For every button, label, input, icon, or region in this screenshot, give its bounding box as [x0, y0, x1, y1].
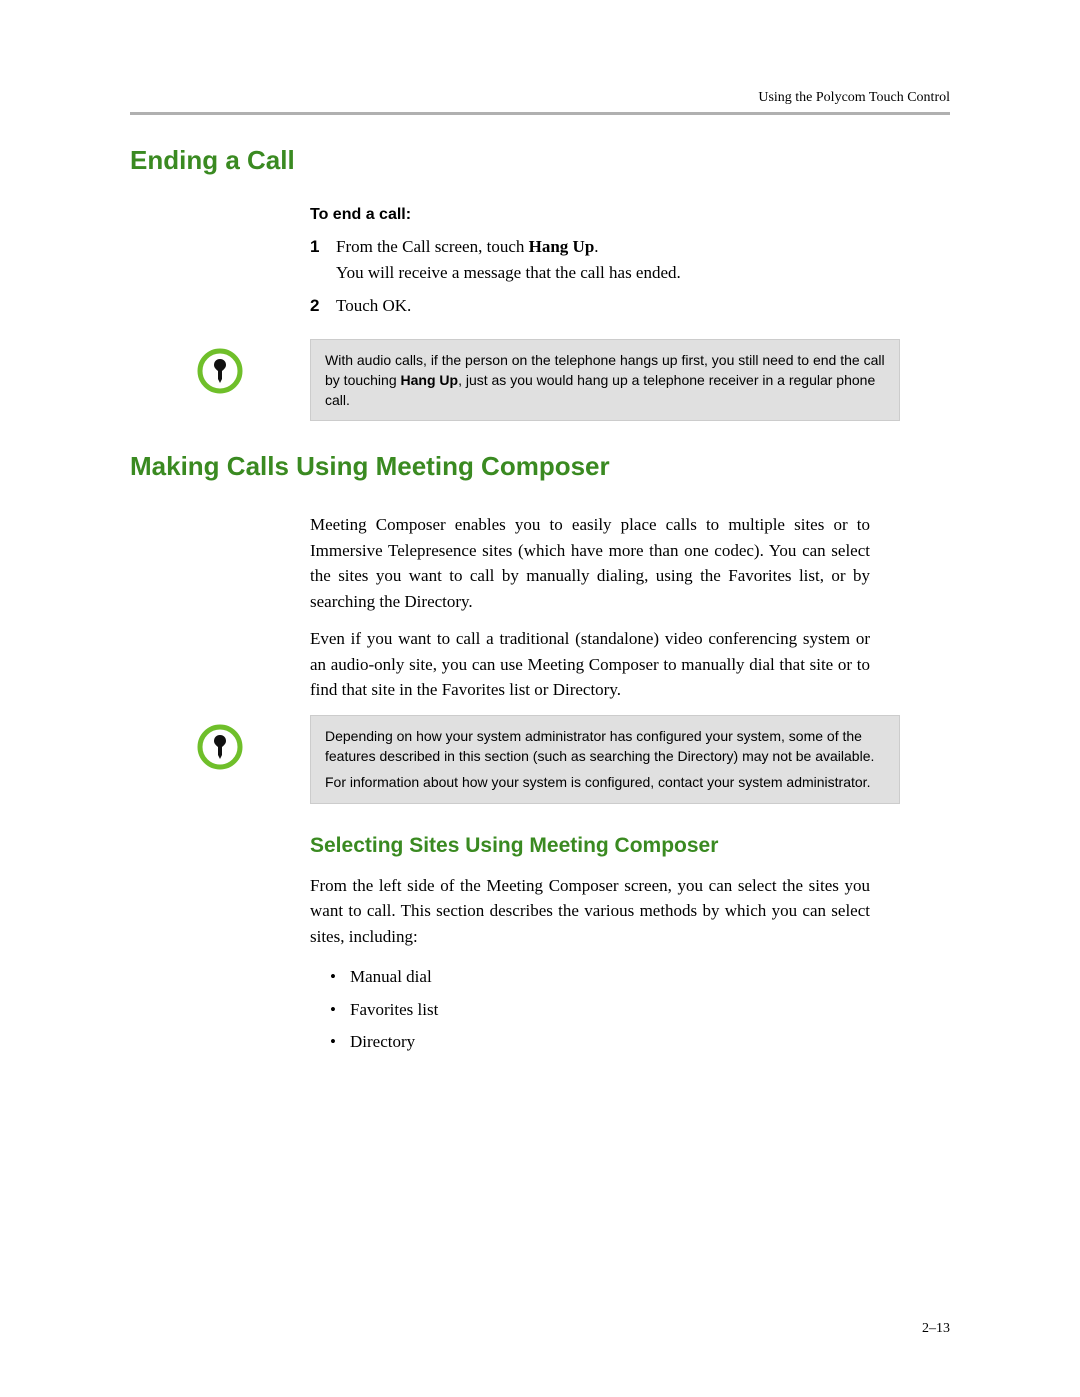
note-icon-column	[130, 339, 310, 395]
list-item: 2 Touch OK.	[310, 293, 870, 319]
note-block: With audio calls, if the person on the t…	[130, 339, 950, 422]
heading-selecting-sites: Selecting Sites Using Meeting Composer	[310, 834, 870, 858]
pin-icon	[196, 347, 244, 395]
heading-meeting-composer: Making Calls Using Meeting Composer	[130, 451, 950, 482]
methods-list: Manual dial Favorites list Directory	[330, 961, 870, 1058]
bold-text: Hang Up	[401, 372, 459, 388]
text: .	[594, 237, 598, 256]
paragraph: Meeting Composer enables you to easily p…	[310, 512, 870, 614]
paragraph: From the left side of the Meeting Compos…	[310, 873, 870, 950]
note-block: Depending on how your system administrat…	[130, 715, 950, 804]
step-text: Touch OK.	[336, 293, 870, 319]
end-call-steps: 1 From the Call screen, touch Hang Up. Y…	[310, 234, 870, 319]
section1-body: To end a call: 1 From the Call screen, t…	[310, 206, 870, 319]
section2-body: Meeting Composer enables you to easily p…	[310, 512, 870, 703]
document-page: Using the Polycom Touch Control Ending a…	[0, 0, 1080, 1397]
page-number: 2–13	[922, 1321, 950, 1337]
pin-icon	[196, 723, 244, 771]
step-text: From the Call screen, touch Hang Up. You…	[336, 234, 870, 285]
bold-text: Hang Up	[529, 237, 595, 256]
note-text: Depending on how your system administrat…	[325, 726, 885, 767]
list-item: Manual dial	[330, 961, 870, 993]
note-icon-column	[130, 715, 310, 771]
paragraph: Even if you want to call a traditional (…	[310, 626, 870, 703]
running-header: Using the Polycom Touch Control	[130, 90, 950, 106]
step-number: 1	[310, 234, 336, 285]
list-item: Directory	[330, 1026, 870, 1058]
note-text: For information about how your system is…	[325, 772, 885, 792]
step-number: 2	[310, 293, 336, 319]
section3-body: Selecting Sites Using Meeting Composer F…	[310, 834, 870, 1058]
note-text: With audio calls, if the person on the t…	[325, 350, 885, 411]
note-box: With audio calls, if the person on the t…	[310, 339, 900, 422]
text: From the Call screen, touch	[336, 237, 529, 256]
list-item: Favorites list	[330, 994, 870, 1026]
header-rule	[130, 112, 950, 115]
lead-to-end-a-call: To end a call:	[310, 206, 870, 224]
list-item: 1 From the Call screen, touch Hang Up. Y…	[310, 234, 870, 285]
note-box: Depending on how your system administrat…	[310, 715, 900, 804]
heading-ending-a-call: Ending a Call	[130, 145, 950, 176]
text: You will receive a message that the call…	[336, 263, 681, 282]
